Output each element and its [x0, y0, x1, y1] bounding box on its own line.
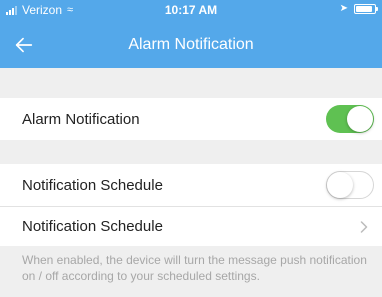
battery-level: [356, 6, 372, 12]
app-header: Verizon ≈ 10:17 AM ➤ Alarm Notification: [0, 0, 382, 68]
notification-schedule-toggle-row: Notification Schedule: [0, 164, 382, 206]
status-time: 10:17 AM: [164, 3, 218, 17]
toggle-knob: [327, 172, 353, 198]
nav-bar: Alarm Notification: [0, 22, 382, 68]
notification-schedule-link-row[interactable]: Notification Schedule: [0, 207, 382, 246]
alarm-notification-toggle[interactable]: [326, 105, 374, 133]
page-title: Alarm Notification: [128, 36, 254, 53]
location-arrow-icon: ➤: [339, 3, 348, 14]
status-right: ➤: [339, 3, 378, 14]
footer-note: When enabled, the device will turn the m…: [22, 253, 367, 283]
status-bar: Verizon ≈ 10:17 AM ➤: [0, 0, 382, 22]
notification-schedule-label: Notification Schedule: [22, 176, 163, 194]
alarm-notification-label: Alarm Notification: [22, 110, 140, 128]
battery-icon: [354, 4, 378, 14]
chevron-right-icon: [360, 220, 368, 233]
screen: Verizon ≈ 10:17 AM ➤ Alarm Notification …: [0, 0, 382, 297]
alarm-notification-row: Alarm Notification: [0, 98, 382, 140]
toggle-knob: [347, 106, 373, 132]
notification-schedule-toggle[interactable]: [326, 171, 374, 199]
notification-schedule-link-label: Notification Schedule: [22, 218, 163, 235]
